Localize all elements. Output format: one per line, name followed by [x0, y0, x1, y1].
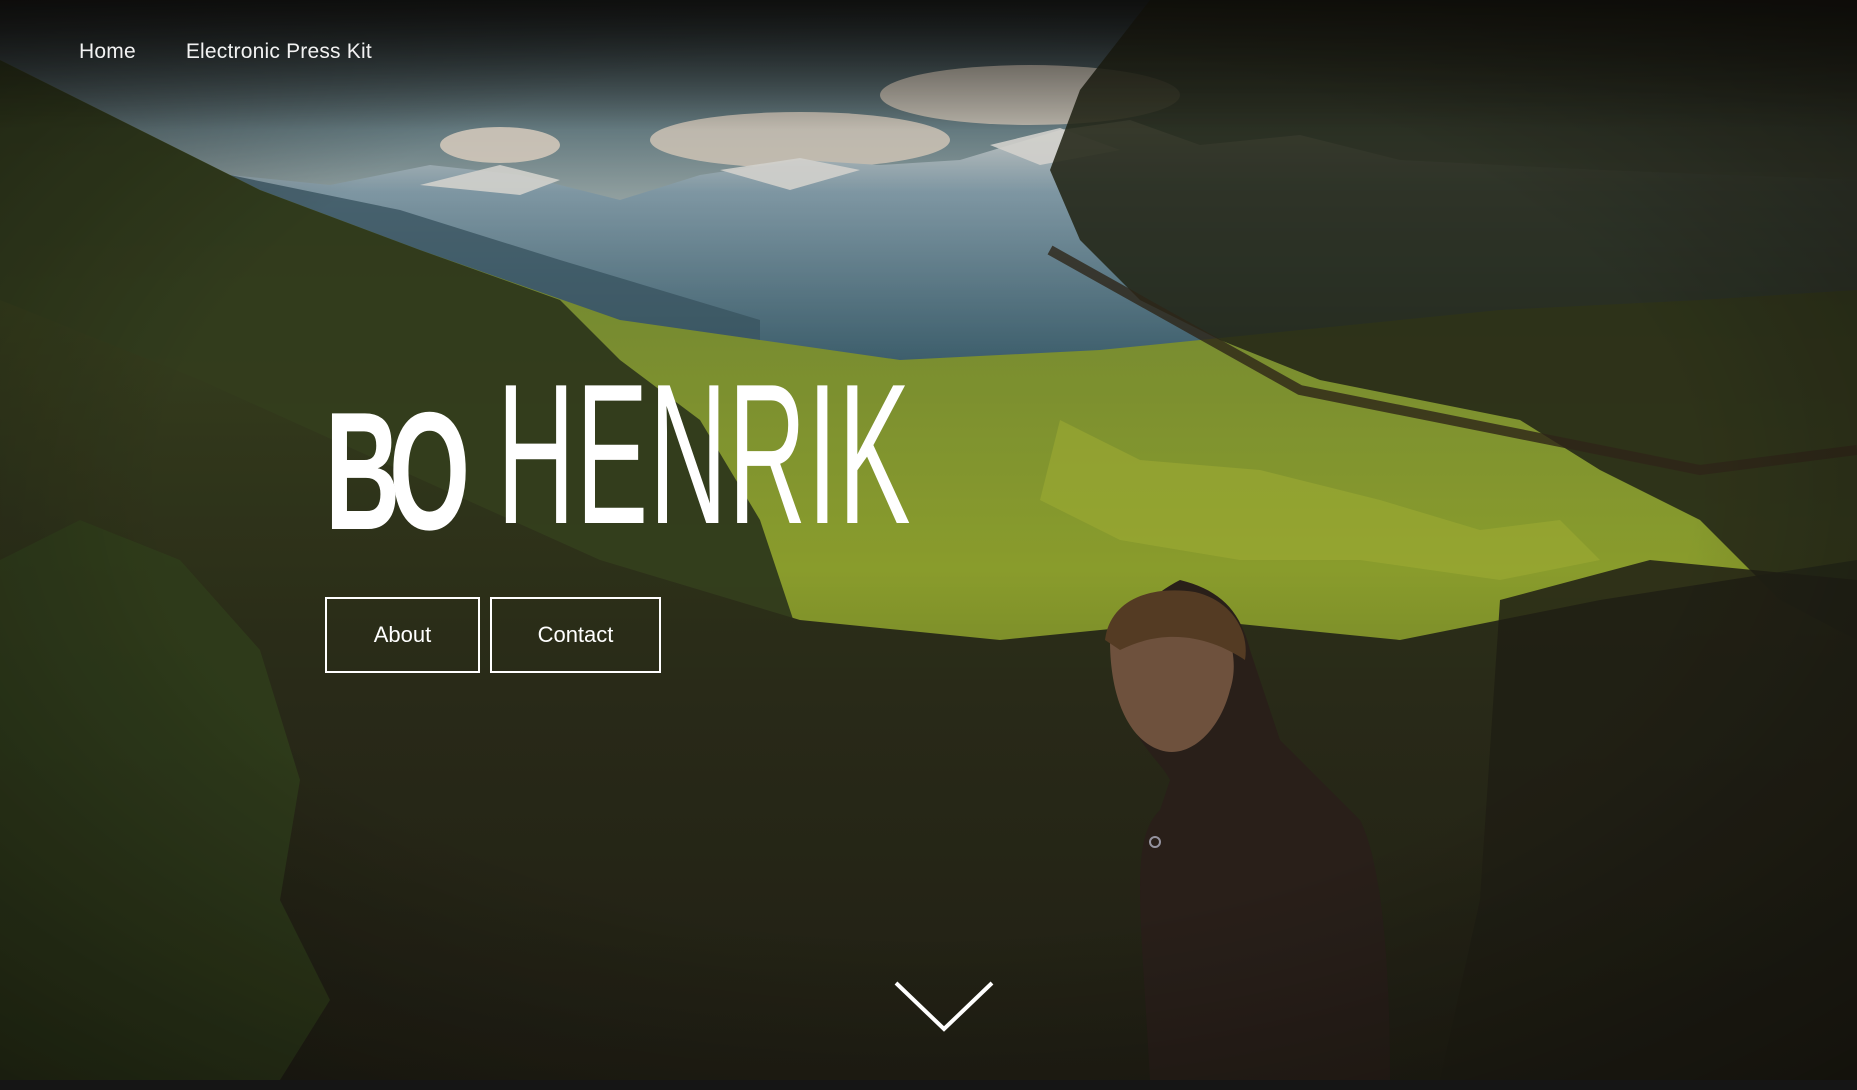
nav-link-electronic-press-kit[interactable]: Electronic Press Kit [186, 40, 372, 64]
artist-logo: BO HENRIK [325, 355, 1265, 565]
chevron-down-icon[interactable] [893, 980, 995, 1034]
logo-name: HENRIK [497, 343, 912, 566]
hero-section: Home Electronic Press Kit BO HENRIK Abou… [0, 0, 1857, 1080]
page-bottom-strip [0, 1080, 1857, 1090]
nav-link-home[interactable]: Home [79, 40, 136, 64]
logo-initials: BO [325, 377, 470, 565]
about-button[interactable]: About [325, 597, 480, 673]
contact-button[interactable]: Contact [490, 597, 661, 673]
top-navigation: Home Electronic Press Kit [79, 40, 372, 64]
hero-buttons: About Contact [325, 597, 661, 673]
